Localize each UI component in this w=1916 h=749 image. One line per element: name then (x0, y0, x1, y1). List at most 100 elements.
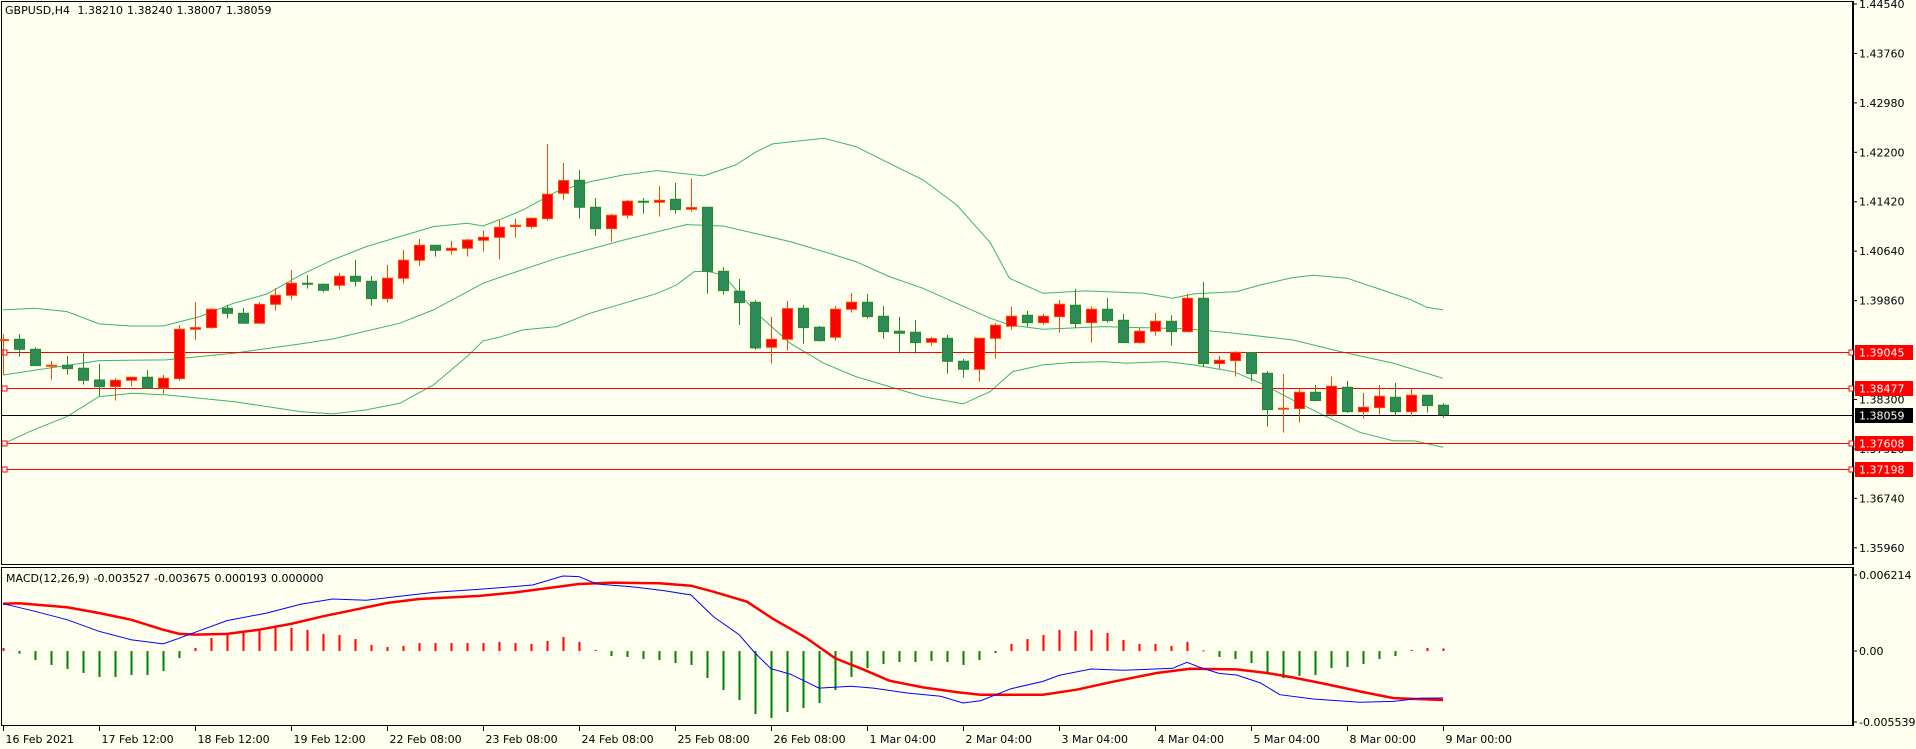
candle-body (14, 338, 25, 350)
candle-body (478, 236, 489, 241)
macd-histogram-bar (1282, 651, 1285, 679)
macd-histogram-bar (754, 651, 757, 715)
macd-histogram-bar (146, 651, 149, 675)
macd-histogram-bar (1026, 639, 1029, 651)
macd-histogram-bar (1250, 651, 1253, 663)
candle (542, 143, 553, 221)
level-left-handle[interactable] (1, 385, 8, 392)
macd-histogram-bar (930, 651, 933, 661)
bollinger-lower-line (2, 270, 1444, 448)
candle (174, 324, 185, 381)
macd-extra-value: 0.000000 (270, 572, 324, 585)
candle (1358, 392, 1369, 419)
macd-histogram-bar (1330, 651, 1333, 669)
macd-histogram-bar (1266, 651, 1269, 673)
candle-body (0, 339, 9, 342)
macd-histogram-bar (258, 629, 261, 651)
macd-histogram-bar (114, 651, 117, 677)
candle (798, 304, 809, 344)
candle-body (1438, 404, 1449, 416)
candle-body (94, 379, 105, 388)
high-price: 1.38240 (126, 4, 173, 17)
macd-histogram-bar (610, 651, 613, 657)
candle-body (526, 217, 537, 228)
macd-axis-label: 0.00 (1859, 645, 1884, 658)
candle (190, 301, 201, 340)
candle (1214, 355, 1225, 369)
candle (478, 230, 489, 252)
price-axis-label: 1.39860 (1859, 295, 1905, 308)
open-price: 1.38210 (77, 4, 123, 17)
level-left-handle[interactable] (1, 466, 8, 473)
time-axis-label: 1 Mar 04:00 (870, 733, 936, 746)
macd-histogram-bar (1362, 651, 1365, 665)
candle (910, 319, 921, 354)
level-left-handle[interactable] (1, 349, 8, 356)
candle-body (350, 275, 361, 282)
macd-histogram-bar (1410, 649, 1413, 651)
candle (1198, 281, 1209, 368)
candle-body (1118, 319, 1129, 344)
macd-histogram-bar (242, 633, 245, 651)
candle (14, 333, 25, 357)
candle (158, 374, 169, 394)
candle (1246, 352, 1257, 382)
candle (238, 307, 249, 324)
time-axis: 16 Feb 2021 17 Feb 12:00 18 Feb 12:00 19 Fe… (3, 726, 1512, 746)
candle (990, 323, 1001, 359)
macd-histogram-bar (1042, 635, 1045, 651)
macd-histogram-bar (1058, 629, 1061, 651)
candle (1182, 293, 1193, 333)
candle-body (46, 364, 57, 367)
candle (1342, 380, 1353, 413)
candle-body (974, 337, 985, 370)
candle-body (590, 206, 601, 230)
candle-body (494, 226, 505, 238)
candle-body (670, 198, 681, 211)
candle-body (1150, 320, 1161, 332)
candle-body (1166, 320, 1177, 333)
candle-body (1086, 308, 1097, 324)
macd-histogram-bar (210, 637, 213, 651)
candle-body (206, 308, 217, 329)
macd-histogram-bar (738, 651, 741, 701)
candle (1086, 306, 1097, 343)
candle-body (302, 282, 313, 285)
price-axis-label: 1.42980 (1859, 97, 1905, 110)
candle (30, 347, 41, 367)
chart-header: GBPUSD,H4 1.38210 1.38240 1.38007 1.38059 (5, 4, 275, 17)
time-axis-label: 8 Mar 00:00 (1350, 733, 1416, 746)
candle-body (1310, 391, 1321, 402)
level-left-handle[interactable] (1, 440, 8, 447)
candle (654, 185, 665, 217)
candle (334, 272, 345, 290)
candle (862, 293, 873, 319)
candle-body (750, 301, 761, 349)
time-axis-label: 26 Feb 08:00 (774, 733, 846, 746)
candle-body (878, 315, 889, 333)
candle-body (1006, 315, 1017, 327)
macd-histogram-bar (658, 651, 661, 661)
price-axis-label: 1.36740 (1859, 492, 1905, 505)
candle (526, 217, 537, 229)
candle (702, 206, 713, 294)
macd-histogram-bar (642, 651, 645, 659)
time-axis-label: 24 Feb 08:00 (582, 733, 654, 746)
candle-body (254, 303, 265, 324)
macd-histogram-bar (34, 651, 37, 661)
macd-histogram-bar (1234, 651, 1237, 659)
macd-histogram-bar (898, 651, 901, 663)
candle-body (734, 290, 745, 304)
candle-body (1358, 406, 1369, 413)
macd-axis-label: -0.005539 (1859, 716, 1915, 729)
macd-histogram-bar (178, 651, 181, 659)
macd-histogram-bar (386, 647, 389, 651)
candle-body (1326, 385, 1337, 415)
chart-canvas[interactable]: 1.44540 1.43760 1.42980 1.42200 1.41420 1.406… (0, 0, 1916, 749)
candle-body (1022, 314, 1033, 324)
macd-histogram-bar (1442, 648, 1445, 651)
candle-body (1198, 297, 1209, 365)
candle (78, 352, 89, 385)
macd-histogram-bar (802, 651, 805, 709)
horizontal-levels[interactable] (1, 349, 1855, 473)
